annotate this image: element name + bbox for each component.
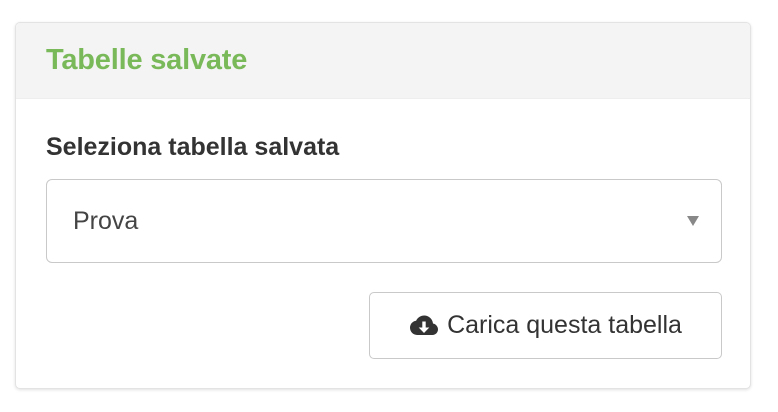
load-button-label: Carica questa tabella	[447, 311, 682, 339]
panel-title: Tabelle salvate	[46, 44, 248, 76]
cloud-download-icon	[409, 314, 439, 338]
load-table-button[interactable]: Carica questa tabella	[369, 292, 722, 359]
select-label: Seleziona tabella salvata	[46, 133, 340, 161]
chevron-down-icon	[687, 216, 699, 226]
saved-table-select[interactable]: Prova	[46, 179, 722, 263]
saved-tables-panel: Tabelle salvate Seleziona tabella salvat…	[15, 22, 751, 389]
panel-heading: Tabelle salvate	[16, 23, 750, 99]
select-value: Prova	[73, 206, 139, 235]
